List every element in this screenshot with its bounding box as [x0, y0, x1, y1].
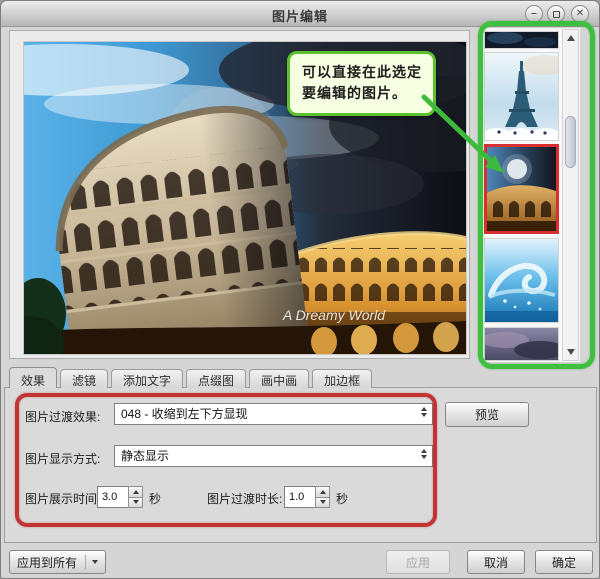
thumbnail-colosseum-selected[interactable]	[484, 144, 559, 234]
show-time-spinbox[interactable]: 3.0	[97, 486, 143, 508]
minimize-button[interactable]: –	[525, 5, 543, 23]
combo-spinner-icon[interactable]	[421, 449, 427, 459]
thumbnail-scrollbar[interactable]	[562, 29, 579, 361]
transition-duration-decrement-button[interactable]	[315, 498, 330, 509]
callout-bubble: 可以直接在此选定 要编辑的图片。	[287, 51, 436, 116]
spinner-up-icon	[421, 407, 427, 411]
spin-down-icon	[320, 500, 326, 504]
spinner-down-icon	[421, 455, 427, 459]
transition-duration-spinbox[interactable]: 1.0	[284, 486, 330, 508]
spin-up-icon	[320, 490, 326, 494]
transition-duration-label: 图片过渡时长:	[207, 490, 282, 507]
dropdown-arrow-icon	[92, 560, 98, 564]
spinner-down-icon	[421, 413, 427, 417]
transition-effect-combobox[interactable]: 048 - 收缩到左下方显现	[114, 403, 433, 425]
spin-down-icon	[133, 500, 139, 504]
button-divider	[85, 555, 86, 569]
minimize-icon: –	[531, 9, 537, 19]
spinner-up-icon	[421, 449, 427, 453]
tab-decoration[interactable]: 点缀图	[186, 369, 246, 388]
ok-button[interactable]: 确定	[535, 550, 593, 574]
scroll-down-button[interactable]	[563, 345, 578, 359]
scroll-up-button[interactable]	[563, 31, 578, 45]
cancel-button[interactable]: 取消	[467, 550, 525, 574]
maximize-button[interactable]	[547, 5, 565, 23]
transition-duration-increment-button[interactable]	[315, 486, 330, 498]
apply-to-all-button[interactable]: 应用到所有	[9, 550, 106, 574]
apply-button[interactable]: 应用	[386, 550, 450, 574]
scroll-up-icon	[567, 35, 575, 41]
thumbnail-water-wave[interactable]	[484, 238, 559, 323]
thumbnail-dark-photo-partial[interactable]	[484, 31, 559, 49]
transition-effect-value: 048 - 收缩到左下方显现	[121, 407, 248, 421]
thumbnail-eiffel-tower[interactable]	[484, 52, 559, 141]
tab-picture-in-picture[interactable]: 画中画	[249, 369, 309, 388]
display-mode-label: 图片显示方式:	[25, 450, 100, 467]
transition-duration-unit: 秒	[336, 490, 348, 507]
transition-effect-label: 图片过渡效果:	[25, 408, 100, 425]
tab-bar: 效果 滤镜 添加文字 点缀图 画中画 加边框	[9, 369, 372, 388]
photo-watermark: A Dreamy World	[282, 307, 386, 323]
close-icon: ✕	[576, 9, 584, 19]
window-title: 图片编辑	[1, 6, 599, 25]
callout-text-line2: 要编辑的图片。	[302, 83, 433, 104]
tab-effects[interactable]: 效果	[9, 367, 57, 388]
tab-add-text[interactable]: 添加文字	[111, 369, 183, 388]
apply-to-all-label: 应用到所有	[17, 554, 77, 571]
show-time-label: 图片展示时间:	[25, 490, 100, 507]
combo-spinner-icon[interactable]	[421, 407, 427, 417]
show-time-decrement-button[interactable]	[128, 498, 143, 509]
spin-up-icon	[133, 490, 139, 494]
preview-button[interactable]: 预览	[445, 402, 529, 427]
show-time-increment-button[interactable]	[128, 486, 143, 498]
close-button[interactable]: ✕	[571, 5, 589, 23]
callout-text-line1: 可以直接在此选定	[302, 62, 433, 83]
display-mode-value: 静态显示	[121, 449, 169, 463]
tab-add-border[interactable]: 加边框	[312, 369, 372, 388]
image-edit-dialog: 图片编辑 – ✕	[0, 0, 600, 579]
display-mode-combobox[interactable]: 静态显示	[114, 445, 433, 467]
transition-duration-value[interactable]: 1.0	[284, 486, 315, 508]
tab-filters[interactable]: 滤镜	[60, 369, 108, 388]
scrollbar-thumb[interactable]	[565, 116, 576, 168]
show-time-value[interactable]: 3.0	[97, 486, 128, 508]
maximize-icon	[553, 11, 560, 18]
thumbnail-beach-sunset-partial[interactable]	[484, 327, 559, 361]
scroll-down-icon	[567, 349, 575, 355]
show-time-unit: 秒	[149, 490, 161, 507]
titlebar: 图片编辑 – ✕	[1, 1, 599, 27]
